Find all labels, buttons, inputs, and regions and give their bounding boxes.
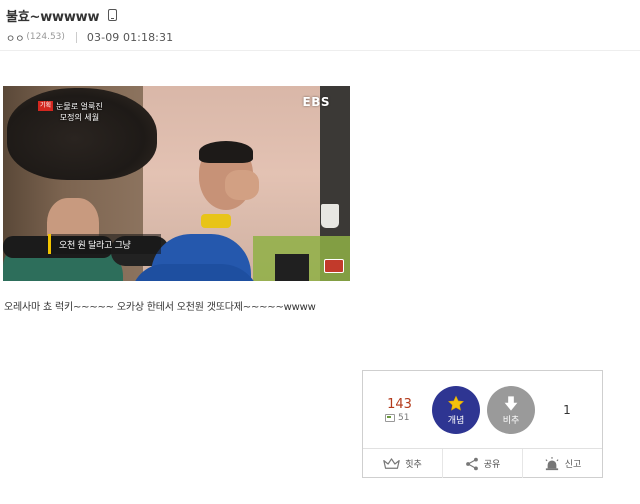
header-divider xyxy=(0,50,640,51)
image-monitor xyxy=(275,254,309,281)
report-label: 신고 xyxy=(564,460,582,470)
up-count: 143 xyxy=(387,397,412,412)
fixed-count: 51 xyxy=(385,413,409,423)
image-man-hair xyxy=(199,141,253,163)
author-ip: (124.53) xyxy=(26,32,65,42)
siren-icon xyxy=(545,456,559,470)
video-subtitle: 오천 원 달라고 그냥 xyxy=(48,234,161,254)
share-button[interactable]: 공유 xyxy=(442,449,522,478)
subtitle-text: 오천 원 달라고 그냥 xyxy=(59,240,131,251)
recommend-up-button[interactable]: 개념 xyxy=(432,386,480,434)
image-hand xyxy=(225,170,259,200)
recommend-box: 143 51 개념 비추 1 힛추 공유 신고 xyxy=(362,370,603,478)
program-title-line-2: 모정의 세월 xyxy=(59,113,100,122)
image-collar xyxy=(201,214,231,228)
image-cup xyxy=(321,204,339,228)
report-button[interactable]: 신고 xyxy=(522,449,602,478)
hit-recommend-label: 힛추 xyxy=(405,460,422,470)
recommend-down-button[interactable]: 비추 xyxy=(487,386,535,434)
up-label: 개념 xyxy=(447,415,465,426)
program-title-line-1: 눈물로 얼룩진 xyxy=(56,102,103,111)
program-title: 눈물로 얼룩진 모정의 세월 xyxy=(56,101,103,123)
down-count: 1 xyxy=(563,403,571,417)
down-arrow-icon xyxy=(504,395,518,411)
post-meta: ㅇㅇ (124.53) 03-09 01:18:31 xyxy=(6,30,634,45)
hit-recommend-button[interactable]: 힛추 xyxy=(363,449,442,478)
fixed-user-icon xyxy=(385,414,395,422)
mobile-icon xyxy=(108,9,118,21)
program-tag: 기획 눈물로 얼룩진 모정의 세월 xyxy=(38,101,103,123)
recommend-top: 143 51 개념 비추 1 xyxy=(363,371,602,447)
share-label: 공유 xyxy=(483,460,501,470)
crown-icon xyxy=(383,457,400,469)
author-nickname[interactable]: ㅇㅇ xyxy=(6,30,24,45)
star-icon xyxy=(448,395,464,411)
post-image[interactable]: EBS 기획 눈물로 얼룩진 모정의 세월 오천 원 달라고 그냥 xyxy=(3,86,350,281)
post-title: 불효~wwwww xyxy=(6,9,100,25)
post-date: 03-09 01:18:31 xyxy=(86,30,174,44)
post-header: 불효~wwwww ㅇㅇ (124.53) 03-09 01:18:31 xyxy=(6,6,634,45)
post-actions: 힛추 공유 신고 xyxy=(363,448,602,478)
meta-separator xyxy=(75,31,77,43)
channel-logo: EBS xyxy=(302,95,330,109)
fixed-count-value: 51 xyxy=(398,413,410,423)
corner-badge xyxy=(324,259,344,273)
title-row: 불효~wwwww xyxy=(6,6,634,25)
share-icon xyxy=(465,457,478,470)
post-body: 오레사마 쵸 럭키~~~~~ 오카상 한테서 오천원 갯또다제~~~~~wwww xyxy=(4,302,316,313)
program-badge: 기획 xyxy=(38,101,54,111)
down-label: 비추 xyxy=(502,415,520,426)
